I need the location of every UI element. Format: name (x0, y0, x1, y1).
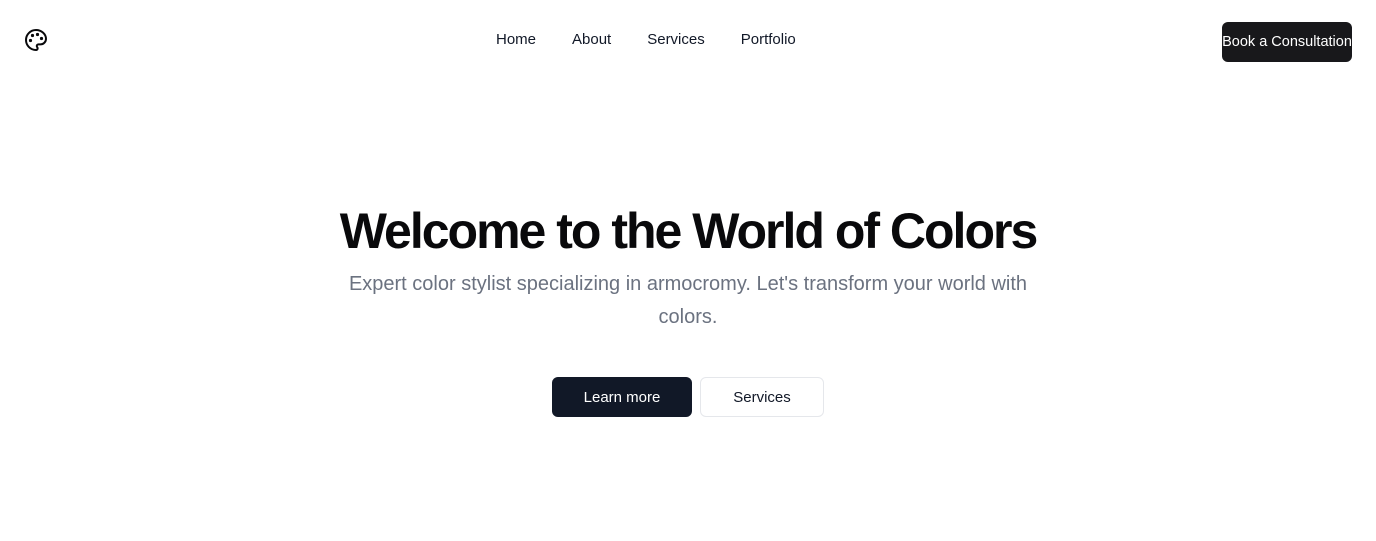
hero-title: Welcome to the World of Colors (339, 203, 1039, 259)
page: Home About Services Portfolio Book a Con… (0, 0, 1376, 541)
book-consultation-button[interactable]: Book a Consultation (1222, 22, 1352, 62)
hero-section: Welcome to the World of Colors Expert co… (0, 200, 1376, 417)
nav-about-link[interactable]: About (554, 30, 629, 50)
nav-portfolio-link[interactable]: Portfolio (723, 30, 814, 50)
hero-actions: Learn more Services (0, 377, 1376, 417)
services-button[interactable]: Services (700, 377, 824, 417)
nav-home-link[interactable]: Home (478, 30, 554, 50)
learn-more-button[interactable]: Learn more (552, 377, 692, 417)
nav-services-link[interactable]: Services (629, 30, 723, 50)
hero-subtitle: Expert color stylist specializing in arm… (348, 273, 1028, 328)
palette-icon[interactable] (24, 28, 48, 52)
main-nav: Home About Services Portfolio (478, 30, 814, 50)
site-header: Home About Services Portfolio Book a Con… (0, 0, 1376, 80)
